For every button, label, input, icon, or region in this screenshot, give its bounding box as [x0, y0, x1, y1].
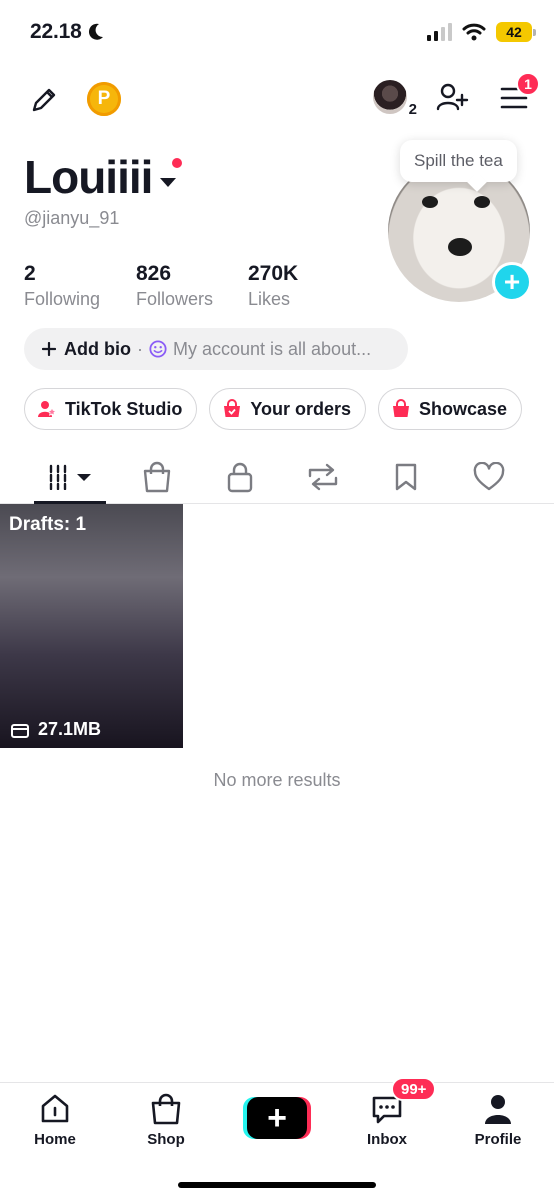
profile-tabs: [0, 450, 554, 504]
drafts-size-text: 27.1MB: [38, 719, 102, 739]
friends-count: 2: [408, 101, 417, 118]
status-time: 22.18: [30, 20, 104, 44]
tiktok-studio-button[interactable]: TikTok Studio: [24, 388, 198, 430]
nav-label: Home: [34, 1131, 76, 1148]
inbox-icon: 99+: [369, 1077, 437, 1127]
tab-reposts[interactable]: [288, 450, 358, 504]
lock-icon: [227, 462, 253, 493]
nav-profile[interactable]: Profile: [453, 1091, 543, 1148]
shop-bag-icon: [148, 1091, 184, 1127]
home-indicator: [178, 1182, 376, 1188]
tab-videos[interactable]: [35, 450, 105, 504]
drafts-tile[interactable]: Drafts: 1 27.1MB: [0, 504, 183, 748]
add-bio-label-wrap: Add bio: [42, 339, 131, 360]
nav-label: Profile: [474, 1131, 522, 1148]
status-right: 42: [427, 22, 536, 42]
stat-label: Following: [24, 289, 101, 309]
showcase-icon: [393, 399, 410, 417]
inbox-badge: 99+: [391, 1077, 437, 1101]
tab-private[interactable]: [205, 450, 275, 504]
stat-value: 2: [24, 262, 36, 285]
plus-icon: [42, 342, 56, 356]
profile-name-row[interactable]: Louiiii: [24, 150, 182, 204]
stat-value: 270K: [248, 262, 299, 285]
bio-placeholder: My account is all about...: [172, 338, 372, 359]
drafts-size: 27.1MB: [10, 719, 101, 740]
no-more-results: No more results: [213, 770, 341, 790]
create-button[interactable]: +: [243, 1097, 311, 1139]
create-plus-icon: +: [247, 1097, 307, 1139]
account-switch-caret-icon[interactable]: [160, 177, 177, 187]
grid-icon: [49, 464, 91, 490]
display-name: Louiiii: [24, 151, 153, 203]
edit-pencil-icon[interactable]: [26, 82, 62, 118]
stat-label: Followers: [136, 289, 214, 309]
quick-actions: TikTok Studio Your orders Showcase: [24, 388, 523, 430]
time-text: 22.18: [30, 20, 82, 43]
drafts-label: Drafts: 1: [9, 514, 87, 535]
quick-label: TikTok Studio: [65, 398, 183, 419]
wifi-icon: [462, 23, 486, 41]
moon-icon: [88, 23, 103, 40]
add-story-plus-icon[interactable]: +: [492, 262, 532, 302]
stat-followers[interactable]: 826 Followers: [136, 262, 248, 310]
smile-icon: [149, 340, 167, 358]
heart-icon: [473, 462, 505, 491]
nav-label: Inbox: [367, 1131, 407, 1148]
status-bar: 22.18 42: [0, 0, 554, 66]
storage-icon: [11, 723, 29, 738]
menu-badge: 1: [516, 72, 540, 96]
showcase-button[interactable]: Showcase: [378, 388, 523, 430]
your-orders-button[interactable]: Your orders: [209, 388, 367, 430]
repost-icon: [308, 463, 338, 491]
studio-icon: [38, 401, 57, 417]
tab-shop[interactable]: [122, 450, 192, 504]
orders-icon: [224, 399, 241, 417]
avatar-tooltip[interactable]: Spill the tea: [400, 140, 517, 182]
stat-likes[interactable]: 270K Likes: [248, 262, 360, 310]
username: @jianyu_91: [24, 208, 120, 228]
quick-label: Your orders: [250, 398, 352, 419]
tab-favorites[interactable]: [371, 450, 441, 504]
nav-home[interactable]: Home: [10, 1091, 100, 1148]
shopping-bag-icon: [143, 461, 171, 493]
profile-person-icon: [480, 1091, 516, 1127]
add-bio-button[interactable]: Add bio · My account is all about...: [24, 328, 408, 370]
bottom-nav: Home Shop + 99+ Inbox Profile: [0, 1077, 554, 1200]
mini-avatar-icon: [373, 80, 407, 114]
menu-icon[interactable]: 1: [498, 72, 540, 114]
add-bio-label: Add bio: [64, 338, 131, 359]
nav-shop[interactable]: Shop: [121, 1091, 211, 1148]
signal-icon: [427, 23, 452, 41]
stat-following[interactable]: 2 Following: [24, 262, 136, 310]
bio-separator: ·: [136, 338, 143, 359]
profile-stats: 2 Following 826 Followers 270K Likes: [24, 262, 360, 310]
bookmark-icon: [395, 463, 417, 491]
quick-label: Showcase: [419, 398, 508, 419]
battery-icon: 42: [496, 22, 536, 42]
notification-dot: [172, 158, 182, 168]
add-friend-icon[interactable]: [434, 80, 470, 116]
stat-value: 826: [136, 262, 172, 285]
top-bar: P 2 1: [0, 72, 554, 128]
tab-liked[interactable]: [454, 450, 524, 504]
nav-label: Shop: [147, 1131, 185, 1148]
nav-inbox[interactable]: 99+ Inbox: [342, 1077, 437, 1148]
coin-icon[interactable]: P: [87, 82, 121, 116]
home-icon: [37, 1091, 73, 1127]
friends-avatar[interactable]: 2: [373, 80, 417, 118]
stat-label: Likes: [248, 289, 291, 309]
